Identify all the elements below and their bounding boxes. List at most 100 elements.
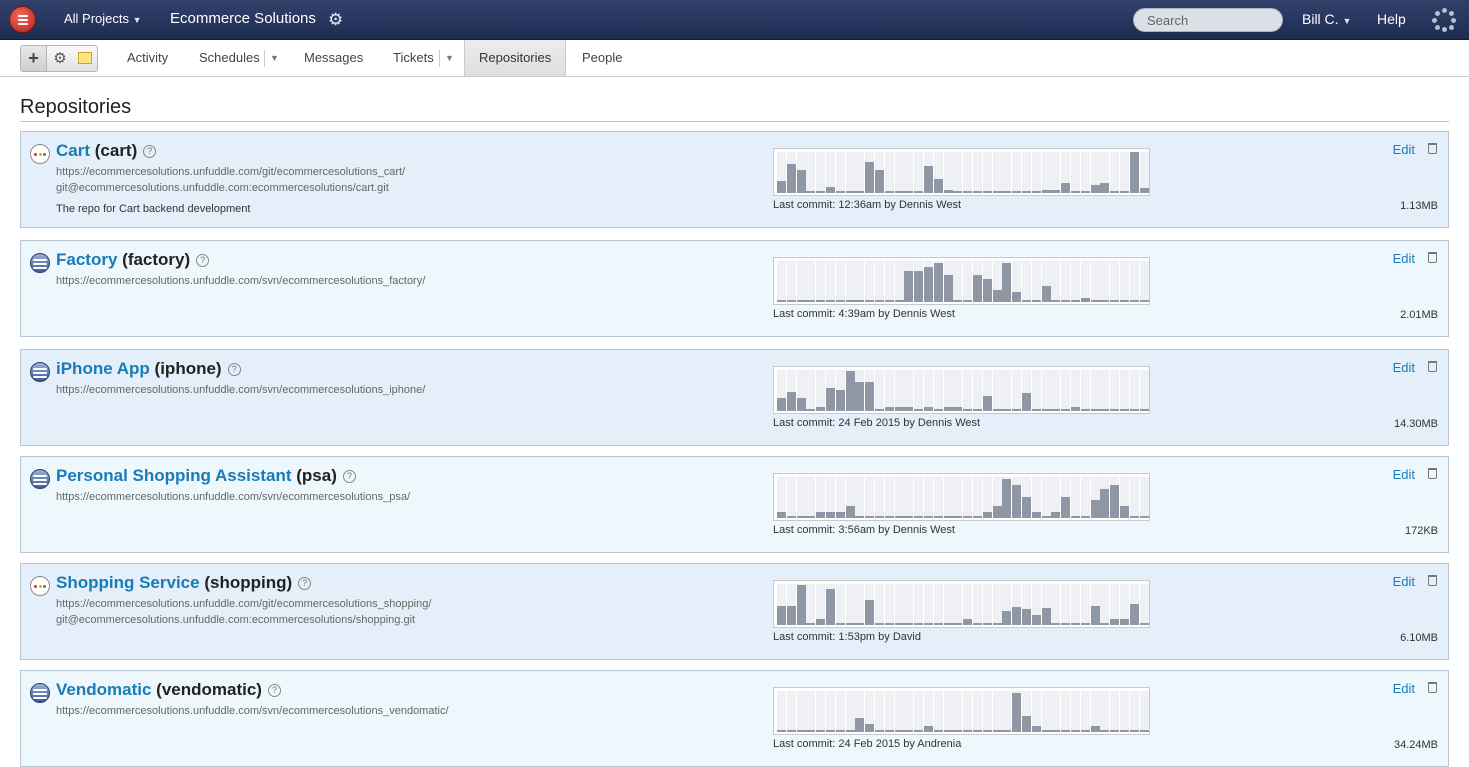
activity-bar-slot — [1090, 584, 1100, 625]
activity-bar — [1139, 188, 1149, 193]
help-question-icon[interactable]: ? — [298, 577, 312, 590]
activity-bar — [1041, 516, 1051, 518]
activity-bar-slot — [816, 584, 826, 625]
repository-name-link[interactable]: Shopping Service — [56, 573, 200, 592]
activity-bar — [1061, 183, 1071, 193]
activity-bar — [884, 730, 894, 732]
repository-name-link[interactable]: Cart — [56, 141, 90, 160]
activity-bar — [1061, 730, 1071, 732]
activity-bar-slot — [1051, 691, 1061, 732]
repository-name-link[interactable]: Personal Shopping Assistant — [56, 466, 292, 485]
delete-trash-icon[interactable] — [1428, 252, 1437, 263]
activity-bar — [1051, 623, 1061, 625]
help-question-icon[interactable]: ? — [227, 363, 241, 376]
last-commit-info: Last commit: 4:39am by Dennis West — [773, 308, 955, 320]
activity-bar — [875, 516, 884, 518]
activity-bar-slot — [1110, 584, 1120, 625]
activity-bar-slot — [894, 152, 904, 193]
help-question-icon[interactable]: ? — [196, 254, 210, 267]
project-settings-gear-icon[interactable]: ⚙ — [328, 10, 343, 30]
activity-bar — [1139, 730, 1149, 732]
activity-bar-slot — [943, 152, 953, 193]
delete-trash-icon[interactable] — [1428, 361, 1437, 372]
delete-trash-icon[interactable] — [1428, 575, 1437, 586]
app-logo-icon[interactable] — [9, 6, 36, 33]
tab-schedules[interactable]: Schedules — [199, 40, 260, 76]
activity-bar-slot — [973, 691, 982, 732]
activity-bar-slot — [1051, 584, 1061, 625]
delete-trash-icon[interactable] — [1428, 468, 1437, 479]
tab-activity[interactable]: Activity — [127, 40, 168, 76]
repository-name-link[interactable]: iPhone App — [56, 359, 150, 378]
activity-bar-slot — [1051, 261, 1061, 302]
activity-bar-slot — [1041, 477, 1051, 518]
activity-bar-slot — [1012, 152, 1022, 193]
activity-bar — [904, 623, 914, 625]
tab-tickets[interactable]: Tickets — [393, 40, 434, 76]
activity-bar-slot — [1110, 691, 1120, 732]
activity-bar — [963, 516, 973, 518]
activity-bar — [845, 506, 855, 518]
edit-link[interactable]: Edit — [1393, 681, 1415, 696]
tab-messages[interactable]: Messages — [304, 40, 363, 76]
edit-link[interactable]: Edit — [1393, 574, 1415, 589]
delete-trash-icon[interactable] — [1428, 143, 1437, 154]
activity-bar — [1031, 300, 1041, 302]
repository-name-link[interactable]: Vendomatic — [56, 680, 151, 699]
activity-bar — [943, 516, 953, 518]
activity-bar-slot — [1100, 477, 1110, 518]
activity-bar — [1041, 286, 1051, 302]
tab-repositories[interactable]: Repositories — [464, 40, 567, 76]
schedules-dropdown-icon[interactable]: ▼ — [270, 40, 279, 76]
help-question-icon[interactable]: ? — [267, 684, 281, 697]
activity-bar-slot — [1110, 477, 1120, 518]
commit-activity-chart — [773, 580, 1150, 628]
all-projects-menu[interactable]: All Projects ▼ — [64, 11, 142, 26]
activity-bar — [982, 623, 992, 625]
edit-link[interactable]: Edit — [1393, 251, 1415, 266]
search-input[interactable] — [1133, 8, 1283, 32]
add-plus-icon[interactable]: + — [21, 46, 47, 71]
activity-bar-slot — [1041, 691, 1051, 732]
activity-bar — [924, 166, 933, 193]
activity-bar — [914, 191, 924, 193]
activity-bar — [933, 179, 943, 193]
edit-link[interactable]: Edit — [1393, 360, 1415, 375]
activity-bar — [963, 730, 973, 732]
notebook-icon[interactable] — [72, 46, 98, 71]
help-link[interactable]: Help — [1377, 11, 1406, 27]
activity-bar-slot — [914, 691, 924, 732]
help-question-icon[interactable]: ? — [342, 470, 356, 483]
activity-bar — [845, 300, 855, 302]
activity-bar-slot — [1071, 691, 1080, 732]
tab-people[interactable]: People — [582, 40, 622, 76]
activity-bar — [1012, 607, 1022, 625]
activity-bar — [1100, 489, 1110, 518]
activity-bar-slot — [1080, 370, 1090, 411]
activity-bar-slot — [1022, 152, 1031, 193]
project-title[interactable]: Ecommerce Solutions — [170, 10, 316, 27]
activity-bar — [816, 512, 826, 518]
activity-bar-slot — [1120, 584, 1129, 625]
activity-bar-slot — [953, 584, 963, 625]
activity-bar — [894, 516, 904, 518]
delete-trash-icon[interactable] — [1428, 682, 1437, 693]
activity-bar — [1120, 619, 1129, 625]
repository-slug: (vendomatic) — [156, 680, 262, 699]
activity-bar-slot — [894, 691, 904, 732]
edit-link[interactable]: Edit — [1393, 142, 1415, 157]
help-question-icon[interactable]: ? — [143, 145, 157, 158]
activity-bar — [1031, 615, 1041, 625]
activity-bar — [835, 730, 845, 732]
activity-bar-slot — [845, 477, 855, 518]
repository-name-link[interactable]: Factory — [56, 250, 117, 269]
activity-bar — [982, 396, 992, 411]
activity-bar-slot — [904, 584, 914, 625]
edit-link[interactable]: Edit — [1393, 467, 1415, 482]
activity-bar — [963, 191, 973, 193]
settings-gear-icon[interactable]: ⚙ — [47, 46, 73, 71]
activity-bar — [806, 730, 816, 732]
tickets-dropdown-icon[interactable]: ▼ — [445, 40, 454, 76]
user-menu[interactable]: Bill C. ▼ — [1302, 11, 1351, 27]
repository-clone-url: git@ecommercesolutions.unfuddle.com:ecom… — [56, 614, 416, 626]
